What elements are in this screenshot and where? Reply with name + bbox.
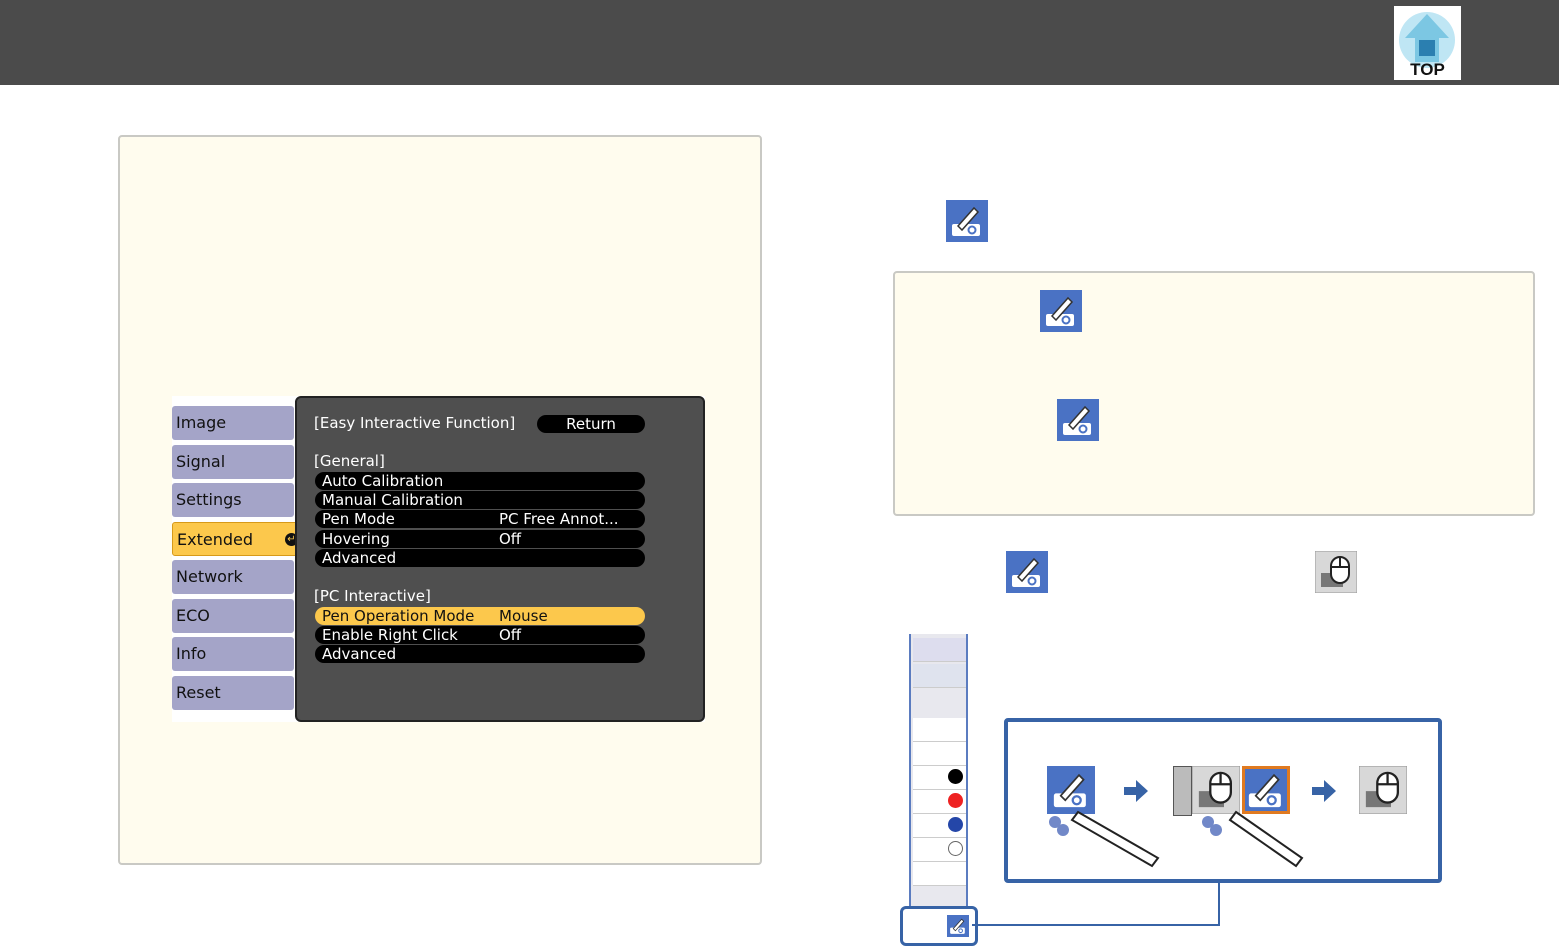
menu-item-enable-right-click[interactable]: Enable Right Click Off	[315, 626, 645, 644]
item-label: Manual Calibration	[322, 491, 463, 509]
tab-label: Info	[176, 644, 207, 663]
item-label: Enable Right Click	[322, 626, 458, 644]
right-arrow-icon	[1124, 780, 1148, 802]
menu-item-pen-mode[interactable]: Pen Mode PC Free Annot...	[315, 510, 645, 528]
top-label: TOP	[1410, 60, 1445, 79]
item-value: Off	[499, 530, 522, 548]
projector-menu: Image Signal Settings Extended ↵ Network …	[172, 396, 705, 722]
menu-tab-settings[interactable]: Settings	[172, 483, 294, 517]
pen-projector-icon	[1057, 399, 1099, 441]
tab-label: Signal	[176, 452, 226, 471]
menu-tab-reset[interactable]: Reset	[172, 676, 294, 710]
menu-tab-info[interactable]: Info	[172, 637, 294, 671]
highlighter-yellow[interactable]	[913, 742, 966, 766]
pen-red[interactable]	[913, 790, 966, 814]
item-label: Pen Operation Mode	[322, 607, 475, 625]
return-button[interactable]: Return	[537, 415, 645, 433]
easy-interactive-toolbar	[909, 634, 968, 906]
general-heading: [General]	[314, 452, 385, 470]
eraser[interactable]	[913, 838, 966, 862]
note-panel-right	[893, 271, 1535, 516]
tab-label: ECO	[176, 606, 210, 625]
item-label: Hovering	[322, 530, 390, 548]
pen-projector-icon[interactable]	[947, 914, 969, 938]
menu-item-advanced-general[interactable]: Advanced	[315, 549, 645, 567]
tab-label: Network	[176, 567, 243, 586]
tab-label: Image	[176, 413, 227, 432]
pen-blue[interactable]	[913, 814, 966, 838]
tab-label: Reset	[176, 683, 221, 702]
pen-projector-icon	[946, 200, 988, 242]
menu-tab-signal[interactable]: Signal	[172, 445, 294, 479]
interactive-pen-illustration	[1049, 810, 1304, 868]
clear-button[interactable]	[913, 862, 966, 886]
menu-item-advanced-pc[interactable]: Advanced	[315, 645, 645, 663]
item-label: Advanced	[322, 645, 397, 663]
header-bar	[0, 0, 1559, 85]
menu-title: [Easy Interactive Function]	[314, 414, 516, 432]
undo-redo-buttons[interactable]	[913, 664, 966, 688]
mouse-icon	[1359, 766, 1407, 814]
pc-interactive-heading: [PC Interactive]	[314, 587, 431, 605]
callout-connector	[972, 880, 1220, 926]
pen-green[interactable]	[913, 718, 966, 742]
item-label: Pen Mode	[322, 510, 395, 528]
menu-item-pen-operation-mode[interactable]: Pen Operation Mode Mouse	[315, 607, 645, 625]
item-value: Off	[499, 626, 522, 644]
menu-tab-network[interactable]: Network	[172, 560, 294, 594]
toolbar-mode-tabs[interactable]	[913, 638, 966, 662]
pen-projector-icon	[1040, 290, 1082, 332]
menu-tab-extended[interactable]: Extended ↵	[172, 522, 304, 556]
menu-item-manual-calibration[interactable]: Manual Calibration	[315, 491, 645, 509]
item-label: Advanced	[322, 549, 397, 567]
item-value: PC Free Annot...	[499, 510, 619, 528]
item-label: Auto Calibration	[322, 472, 444, 490]
right-arrow-icon	[1312, 780, 1336, 802]
menu-tab-eco[interactable]: ECO	[172, 599, 294, 633]
mouse-icon	[1315, 551, 1357, 593]
tab-label: Extended	[177, 530, 253, 549]
menu-tab-image[interactable]: Image	[172, 406, 294, 440]
menu-item-hovering[interactable]: Hovering Off	[315, 530, 645, 548]
return-label: Return	[566, 415, 616, 433]
item-value: Mouse	[499, 607, 548, 625]
pen-projector-icon	[1006, 551, 1048, 593]
top-button[interactable]: TOP	[1394, 6, 1461, 80]
tab-label: Settings	[176, 490, 242, 509]
pen-black[interactable]	[913, 766, 966, 790]
menu-item-auto-calibration[interactable]: Auto Calibration	[315, 472, 645, 490]
